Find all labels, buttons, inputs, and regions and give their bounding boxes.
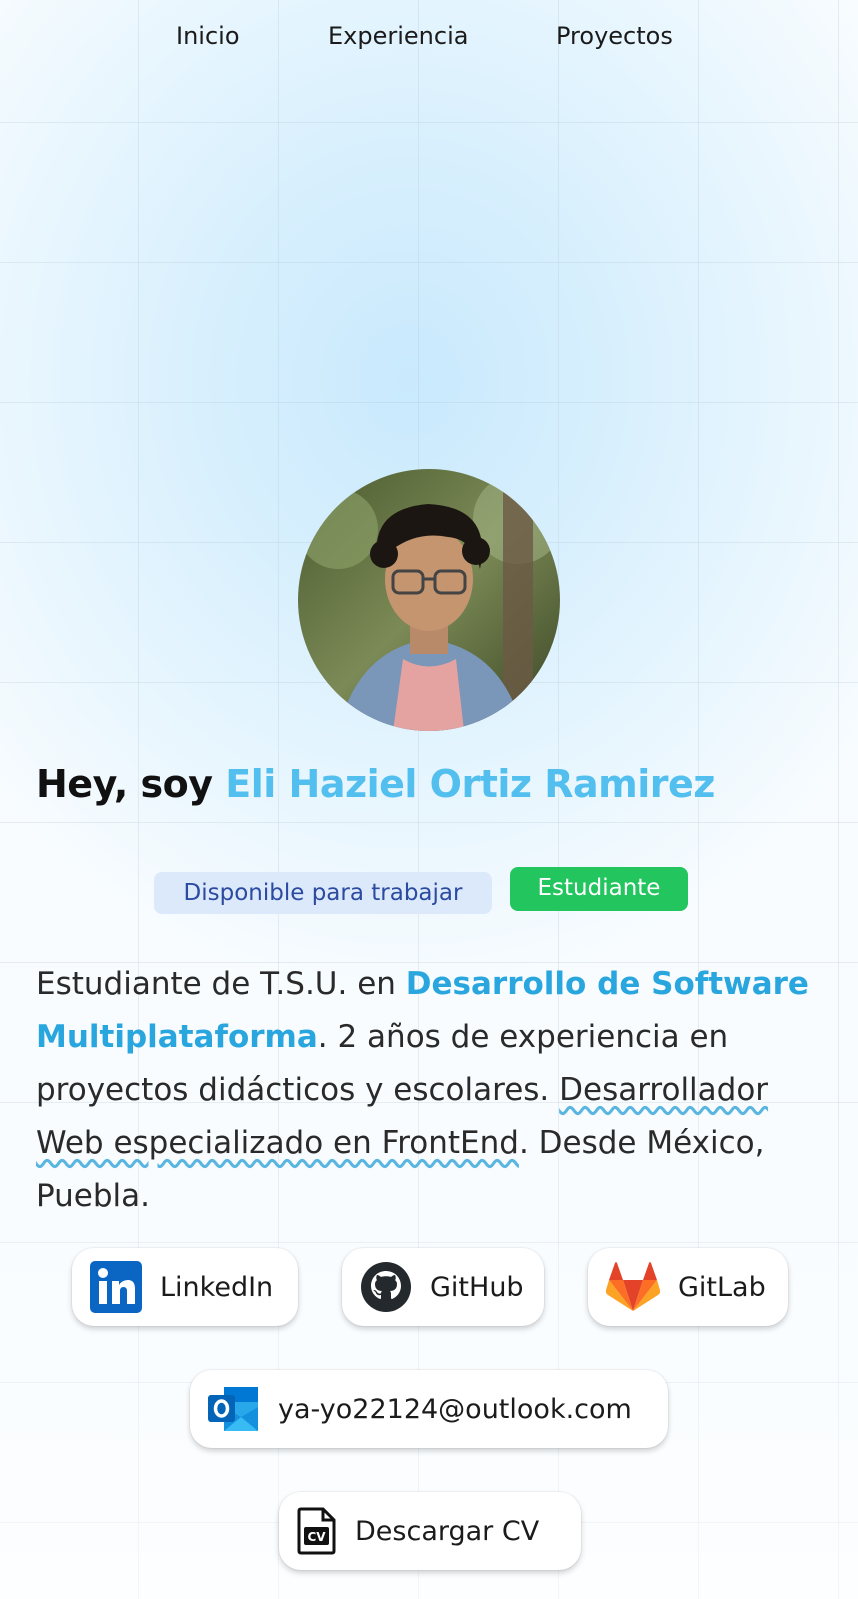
gitlab-button[interactable]: GitLab xyxy=(588,1248,788,1326)
available-badge: Disponible para trabajar xyxy=(154,872,492,914)
profile-photo-icon xyxy=(298,469,560,731)
svg-text:CV: CV xyxy=(307,1530,326,1544)
github-button[interactable]: GitHub xyxy=(342,1248,544,1326)
nav-proyectos[interactable]: Proyectos xyxy=(556,22,673,50)
cv-file-icon: CV xyxy=(297,1507,336,1555)
linkedin-icon xyxy=(90,1261,142,1313)
email-label: ya-yo22124@outlook.com xyxy=(278,1393,632,1425)
nav-experiencia[interactable]: Experiencia xyxy=(328,22,468,50)
bio-paragraph: Estudiante de T.S.U. en Desarrollo de So… xyxy=(36,958,826,1223)
email-button[interactable]: ya-yo22124@outlook.com xyxy=(190,1370,668,1448)
avatar xyxy=(298,469,560,731)
nav-inicio[interactable]: Inicio xyxy=(176,22,240,50)
gitlab-icon xyxy=(606,1262,660,1311)
bio-text: Estudiante de T.S.U. en xyxy=(36,966,406,1002)
outlook-icon xyxy=(208,1387,258,1431)
download-cv-button[interactable]: CV Descargar CV xyxy=(279,1492,581,1570)
student-badge: Estudiante xyxy=(510,867,688,911)
linkedin-label: LinkedIn xyxy=(160,1271,274,1303)
hero-heading: Hey, soy Eli Haziel Ortiz Ramirez xyxy=(36,762,715,806)
github-label: GitHub xyxy=(430,1271,524,1303)
github-icon xyxy=(361,1262,411,1312)
hero-name: Eli Haziel Ortiz Ramirez xyxy=(225,762,715,806)
top-nav: Inicio Experiencia Proyectos xyxy=(0,22,858,58)
download-cv-label: Descargar CV xyxy=(355,1515,540,1547)
linkedin-button[interactable]: LinkedIn xyxy=(72,1248,298,1326)
gitlab-label: GitLab xyxy=(678,1271,766,1303)
greeting-text: Hey, soy xyxy=(36,762,213,806)
